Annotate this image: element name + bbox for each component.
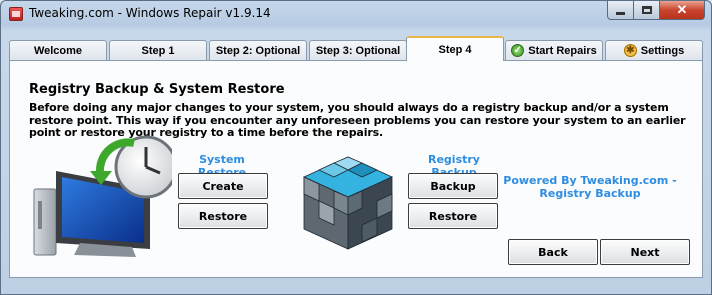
tab-label: Step 1	[141, 44, 175, 57]
tab-label: Start Repairs	[528, 44, 597, 57]
tab-strip: Welcome Step 1 Step 2: Optional Step 3: …	[9, 36, 703, 61]
step-4-panel: Registry Backup & System Restore Before …	[9, 60, 703, 278]
system-restore-button[interactable]: Restore	[178, 203, 268, 229]
minimize-icon	[616, 11, 625, 15]
tab-settings[interactable]: ✱ Settings	[605, 40, 703, 60]
close-icon: ✕	[676, 2, 688, 17]
registry-cube-icon	[303, 156, 393, 250]
caption-buttons: ✕	[607, 1, 705, 20]
tab-step-1[interactable]: Step 1	[109, 40, 207, 60]
tab-step-2[interactable]: Step 2: Optional	[209, 40, 307, 60]
tab-label: Welcome	[33, 44, 83, 57]
tab-step-4[interactable]: Step 4	[406, 36, 504, 61]
maximize-button[interactable]	[634, 1, 660, 20]
tab-label: Step 2: Optional	[215, 44, 301, 57]
registry-restore-button[interactable]: Restore	[408, 203, 498, 229]
back-button[interactable]: Back	[508, 239, 598, 265]
next-button[interactable]: Next	[600, 239, 690, 265]
title-bar[interactable]: Tweaking.com - Windows Repair v1.9.14 ✕	[1, 1, 711, 29]
close-button[interactable]: ✕	[660, 1, 705, 20]
maximize-icon	[641, 6, 652, 14]
powered-by-text: Powered By Tweaking.com - Registry Backu…	[503, 174, 677, 200]
tab-label: Settings	[640, 44, 685, 57]
tab-label: Step 3: Optional	[315, 44, 401, 57]
panel-title: Registry Backup & System Restore	[29, 82, 285, 97]
minimize-button[interactable]	[607, 1, 634, 20]
gear-icon: ✱	[623, 44, 637, 57]
tab-label: Step 4	[438, 43, 472, 56]
app-window: Tweaking.com - Windows Repair v1.9.14 ✕ …	[0, 0, 712, 295]
tab-start-repairs[interactable]: ✓ Start Repairs	[505, 40, 603, 60]
check-icon: ✓	[511, 44, 525, 57]
window-title: Tweaking.com - Windows Repair v1.9.14	[29, 6, 271, 20]
tab-step-3[interactable]: Step 3: Optional	[309, 40, 407, 60]
system-restore-computer-icon	[33, 135, 172, 257]
tab-welcome[interactable]: Welcome	[9, 40, 107, 60]
app-icon[interactable]	[9, 7, 23, 21]
create-restore-point-button[interactable]: Create	[178, 173, 268, 199]
registry-backup-button[interactable]: Backup	[408, 173, 498, 199]
